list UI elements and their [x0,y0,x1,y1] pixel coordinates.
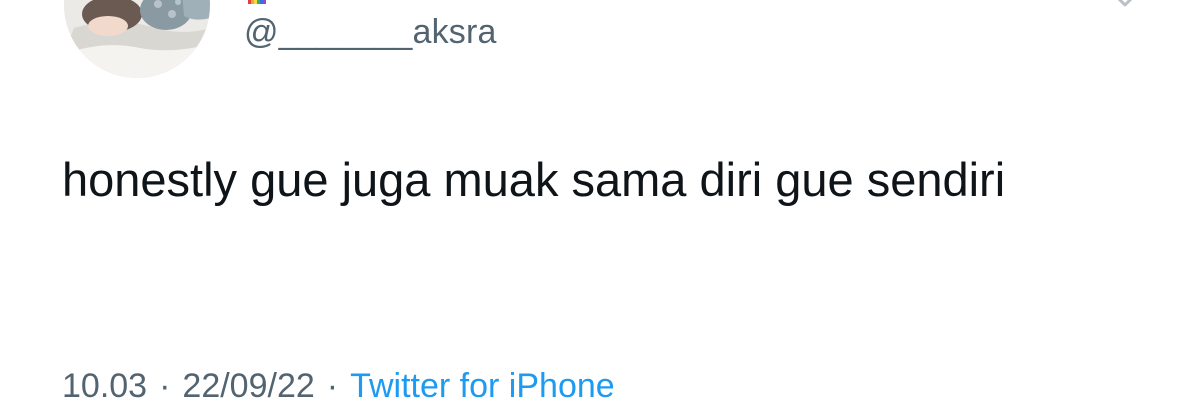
tweet-date[interactable]: 22/09/22 [182,367,314,399]
tweet-source-link[interactable]: Twitter for iPhone [350,367,615,399]
chevron-down-icon[interactable] [1108,0,1142,12]
tweet-time[interactable]: 10.03 [62,367,147,399]
tweet-metadata: 10.03 · 22/09/22 · Twitter for iPhone [62,366,615,399]
separator: · [326,367,339,399]
avatar-illustration [64,0,210,78]
user-handle[interactable]: @_______aksra [244,12,497,52]
rainbow-flag-icon [248,0,266,4]
tweet-text: honestly gue juga muak sama diri gue sen… [62,153,1006,206]
avatar[interactable] [64,0,210,78]
separator: · [159,367,171,399]
tweet-card: @_______aksra honestly gue juga muak sam… [0,0,1199,399]
